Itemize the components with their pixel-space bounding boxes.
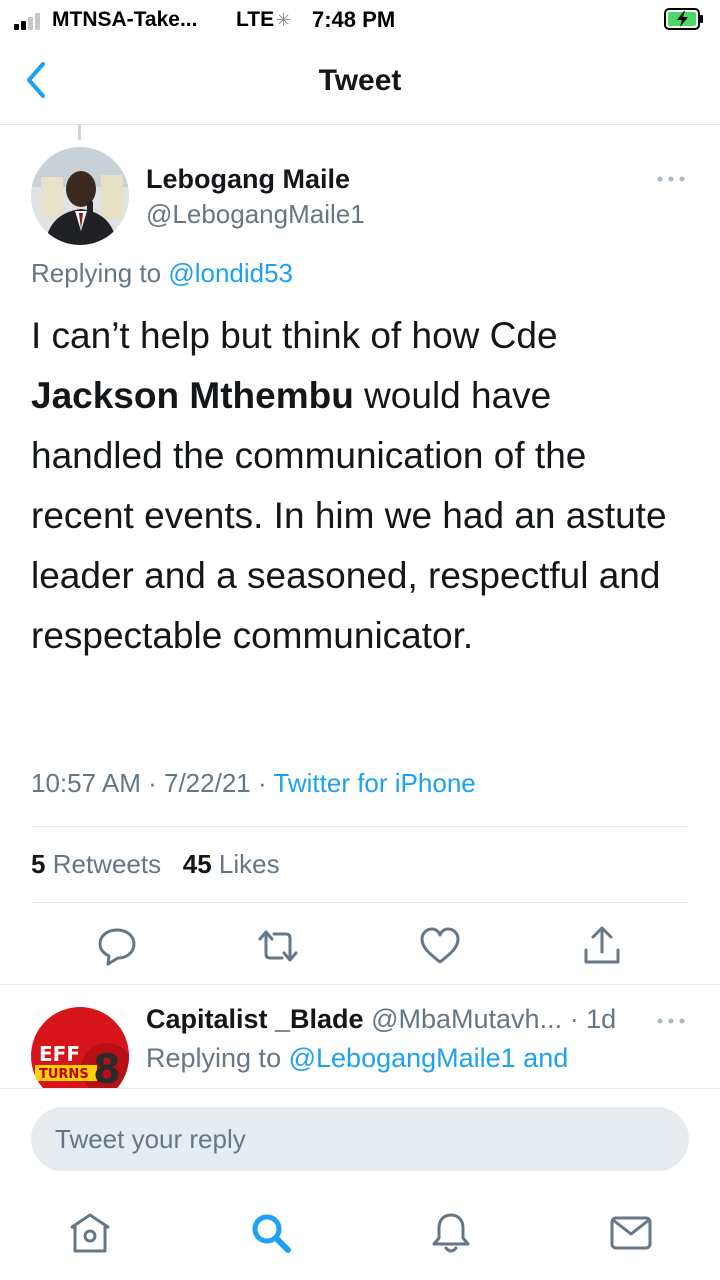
retweet-icon[interactable]	[256, 924, 300, 968]
page-title: Tweet	[318, 64, 402, 97]
likes-count: 45	[182, 849, 212, 879]
status-time: 7:48 PM	[312, 7, 396, 32]
more-options-icon[interactable]	[656, 174, 686, 184]
search-icon[interactable]	[248, 1210, 294, 1256]
more-options-icon[interactable]	[656, 1016, 686, 1026]
author-avatar[interactable]	[31, 147, 129, 245]
divider	[31, 902, 689, 903]
divider	[0, 984, 720, 985]
navigation-bar: Tweet	[0, 40, 720, 125]
signal-strength-icon	[14, 12, 48, 30]
carrier-name: MTNSA-Take...	[52, 8, 198, 31]
network-type: LTE	[236, 8, 275, 31]
reply-header: Capitalist _Blade @MbaMutavh... · 1d	[146, 1004, 616, 1035]
replying-to-label: Replying to	[31, 258, 162, 288]
reply-author-handle[interactable]: @MbaMutavh...	[371, 1004, 562, 1034]
tweet-stats: 5 Retweets 45 Likes	[31, 849, 280, 880]
likes-stat[interactable]: 45 Likes	[183, 849, 280, 879]
reply-avatar-number: 8	[93, 1047, 121, 1093]
messages-icon[interactable]	[608, 1210, 654, 1256]
tweet-date: 7/22/21	[164, 768, 251, 798]
reply-author-name[interactable]: Capitalist _Blade	[146, 1004, 364, 1034]
status-bar: MTNSA-Take... LTE ✳ 7:48 PM	[0, 0, 720, 40]
replying-to-link[interactable]: @londid53	[168, 258, 293, 288]
reply-replying-label: Replying to	[146, 1043, 282, 1073]
tweet-text-part: I can’t help but think of how Cde	[31, 315, 558, 356]
retweets-count: 5	[31, 849, 46, 879]
tweet-text-part: would have handled the communication of …	[31, 375, 667, 656]
reply-avatar-subtext: TURNS	[39, 1067, 89, 1082]
tweet-text-bold: Jackson Mthembu	[31, 375, 354, 416]
battery-charging-icon	[664, 8, 703, 30]
notifications-icon[interactable]	[428, 1210, 474, 1256]
activity-spinner-icon: ✳	[276, 10, 292, 30]
reply-composer	[0, 1088, 720, 1189]
tab-bar	[0, 1188, 720, 1280]
reply-replying-to: Replying to @LebogangMaile1 and	[146, 1043, 568, 1074]
tweet-text: I can’t help but think of how Cde Jackso…	[31, 306, 691, 666]
author-handle[interactable]: @LebogangMaile1	[146, 199, 365, 230]
home-icon[interactable]	[67, 1210, 113, 1256]
share-icon[interactable]	[580, 924, 624, 968]
retweets-stat[interactable]: 5 Retweets	[31, 849, 161, 879]
reply-age: · 1d	[569, 1004, 617, 1034]
author-name[interactable]: Lebogang Maile	[146, 164, 350, 195]
like-icon[interactable]	[418, 924, 462, 968]
tweet-time: 10:57 AM	[31, 768, 141, 798]
separator: ·	[148, 768, 157, 798]
tweet-metadata: 10:57 AM · 7/22/21 · Twitter for iPhone	[31, 768, 476, 799]
thread-connector-line	[78, 124, 81, 140]
separator: ·	[257, 768, 267, 798]
reply-replying-link[interactable]: @LebogangMaile1 and	[289, 1043, 569, 1073]
reply-input[interactable]	[31, 1107, 689, 1171]
divider	[31, 826, 689, 827]
reply-avatar-text: EFF	[39, 1042, 80, 1066]
likes-label: Likes	[218, 849, 280, 879]
retweets-label: Retweets	[52, 849, 162, 879]
tweet-source-link[interactable]: Twitter for iPhone	[273, 768, 475, 798]
reply-icon[interactable]	[95, 924, 139, 968]
replying-to: Replying to @londid53	[31, 258, 293, 289]
